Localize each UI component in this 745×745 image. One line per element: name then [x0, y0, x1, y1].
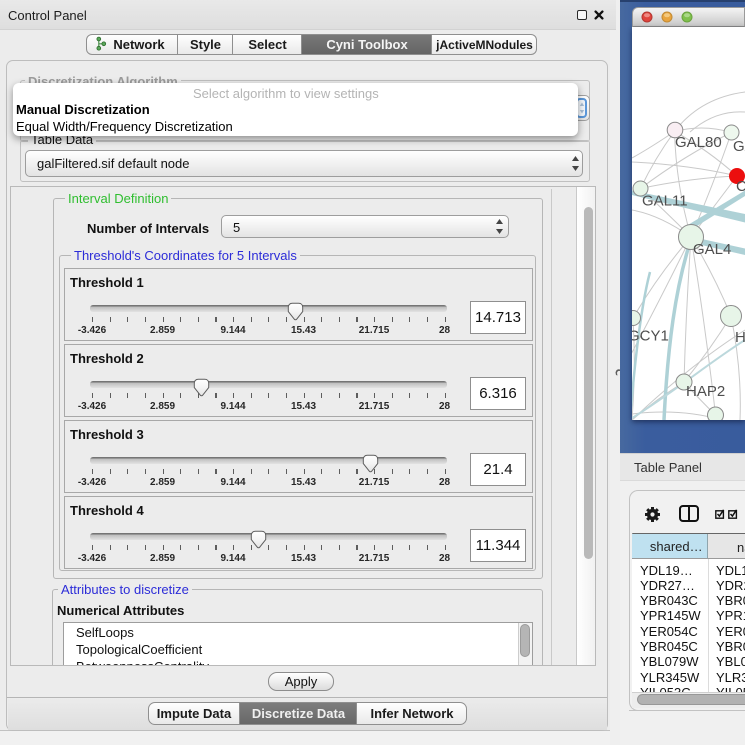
svg-text:H: H [735, 329, 745, 346]
svg-text:HAP2: HAP2 [686, 383, 725, 400]
svg-text:GAL4: GAL4 [693, 241, 731, 258]
svg-text:GAL80: GAL80 [675, 134, 722, 151]
svg-text:CY: CY [736, 178, 745, 195]
svg-text:GAL11: GAL11 [642, 193, 688, 210]
svg-text:GA: GA [733, 138, 745, 155]
svg-text:GCY1: GCY1 [632, 328, 669, 345]
